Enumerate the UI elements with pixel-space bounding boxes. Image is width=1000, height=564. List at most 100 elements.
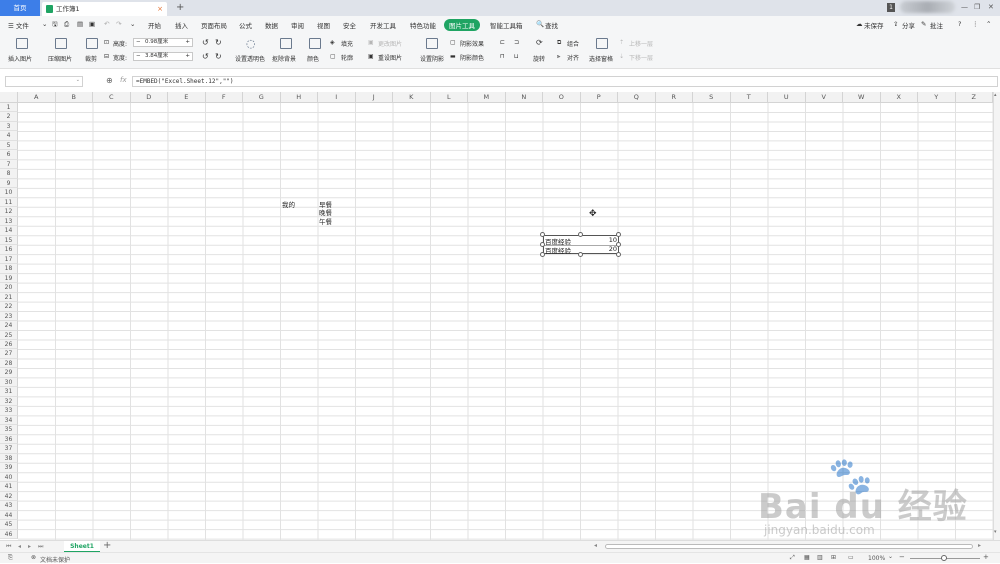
height-spinner[interactable]: − 0.98厘米 + (133, 38, 193, 47)
customize-icon[interactable]: ⌄ (130, 20, 135, 28)
compress-picture-icon[interactable] (55, 38, 67, 49)
row-header[interactable]: 14 (0, 226, 18, 236)
column-header[interactable]: U (768, 92, 806, 103)
share-button[interactable]: 分享 (902, 20, 915, 30)
row-header[interactable]: 4 (0, 131, 18, 141)
close-window-icon[interactable]: ✕ (988, 3, 994, 11)
row-header[interactable]: 6 (0, 150, 18, 160)
resize-handle[interactable] (616, 242, 621, 247)
row-header[interactable]: 23 (0, 311, 18, 322)
resize-handle[interactable] (616, 252, 621, 257)
set-transparent-button[interactable]: 设置透明色 (235, 54, 265, 63)
row-header[interactable]: 7 (0, 159, 18, 170)
row-header[interactable]: 16 (0, 245, 18, 255)
color-icon[interactable] (309, 38, 321, 49)
column-header[interactable]: E (168, 92, 206, 103)
zoom-icon[interactable]: ⊕ (106, 76, 113, 85)
normal-view-icon[interactable]: ▦ (804, 554, 810, 561)
insert-picture-button[interactable]: 插入图片 (8, 54, 32, 63)
scroll-up-icon[interactable]: ▴ (994, 92, 997, 98)
menu-special[interactable]: 特色功能 (410, 20, 436, 30)
row-header[interactable]: 25 (0, 330, 18, 340)
column-header[interactable]: K (393, 92, 431, 103)
row-header[interactable]: 35 (0, 425, 18, 435)
row-header[interactable]: 10 (0, 188, 18, 198)
cell-h11[interactable]: 我的 (282, 199, 295, 209)
restore-icon[interactable]: ❐ (974, 3, 980, 11)
menu-formulas[interactable]: 公式 (239, 20, 252, 30)
compress-picture-button[interactable]: 压缩图片 (48, 54, 72, 63)
nudge-icon[interactable]: ⊔ (514, 53, 519, 60)
shadow-color-button[interactable]: 阴影颜色 (460, 53, 484, 62)
column-header[interactable]: A (18, 92, 56, 103)
row-header[interactable]: 40 (0, 472, 18, 483)
zoom-in-icon[interactable]: + (983, 553, 989, 561)
menu-developer[interactable]: 开发工具 (370, 20, 396, 30)
name-box[interactable]: ⌄ (5, 76, 83, 87)
column-header[interactable]: X (880, 92, 918, 103)
vertical-scrollbar[interactable]: ▴ ▾ (993, 92, 1000, 540)
dropdown-icon[interactable]: ⌄ (42, 20, 47, 28)
plus-icon[interactable]: + (185, 53, 190, 60)
row-header[interactable]: 22 (0, 302, 18, 312)
fullscreen-icon[interactable]: ⤢ (790, 554, 795, 562)
preview-icon[interactable]: ▣ (89, 20, 95, 28)
menu-security[interactable]: 安全 (343, 20, 356, 30)
bring-forward-button[interactable]: 上移一层 (629, 39, 653, 48)
rotate-icon[interactable]: ⟳ (536, 38, 543, 47)
row-header[interactable]: 13 (0, 216, 18, 227)
column-header[interactable]: R (655, 92, 693, 103)
help-icon[interactable]: ? (958, 20, 961, 28)
prev-sheet-icon[interactable]: ◂ (18, 543, 21, 550)
row-header[interactable]: 11 (0, 197, 18, 208)
row-header[interactable]: 15 (0, 235, 18, 246)
page-break-view-icon[interactable]: ⊞ (831, 554, 836, 561)
search-label[interactable]: 查找 (545, 20, 558, 30)
row-header[interactable]: 45 (0, 520, 18, 530)
column-header[interactable]: T (730, 92, 768, 103)
column-header[interactable]: C (93, 92, 131, 103)
row-header[interactable]: 12 (0, 207, 18, 217)
column-header[interactable]: J (355, 92, 393, 103)
rotate-right-icon[interactable]: ↻ (215, 38, 222, 47)
row-header[interactable]: 46 (0, 529, 18, 540)
column-header[interactable]: M (468, 92, 506, 103)
row-header[interactable]: 17 (0, 254, 18, 265)
add-sheet-button[interactable]: + (103, 540, 111, 551)
minus-icon[interactable]: − (136, 39, 141, 46)
select-all-corner[interactable] (0, 92, 18, 103)
resize-handle[interactable] (616, 232, 621, 237)
row-header[interactable]: 37 (0, 444, 18, 454)
row-header[interactable]: 19 (0, 273, 18, 284)
row-header[interactable]: 5 (0, 140, 18, 151)
column-header[interactable]: O (543, 92, 581, 103)
column-header[interactable]: Y (918, 92, 956, 103)
redo-icon[interactable]: ↷ (116, 20, 121, 28)
menu-review[interactable]: 审阅 (291, 20, 304, 30)
width-spinner[interactable]: − 3.84厘米 + (133, 52, 193, 61)
row-header[interactable]: 31 (0, 387, 18, 397)
column-header[interactable]: N (505, 92, 543, 103)
macro-icon[interactable]: ⎘ (8, 554, 13, 562)
fill-button[interactable]: 填充 (341, 39, 353, 48)
row-header[interactable]: 2 (0, 112, 18, 122)
set-shadow-button[interactable]: 设置阴影 (420, 54, 444, 63)
fx-icon[interactable]: fx (120, 76, 127, 84)
column-header[interactable]: B (55, 92, 93, 103)
row-header[interactable]: 29 (0, 368, 18, 378)
change-picture-button[interactable]: 更改图片 (378, 39, 402, 48)
export-icon[interactable]: ⎙ (64, 20, 69, 29)
resize-handle[interactable] (578, 252, 583, 257)
minimize-icon[interactable]: — (961, 3, 968, 11)
resize-handle[interactable] (540, 242, 545, 247)
color-button[interactable]: 颜色 (307, 54, 319, 63)
send-backward-button[interactable]: 下移一层 (629, 53, 653, 62)
row-header[interactable]: 9 (0, 178, 18, 189)
row-header[interactable]: 27 (0, 349, 18, 359)
row-header[interactable]: 43 (0, 501, 18, 511)
collapse-ribbon-icon[interactable]: ⌃ (986, 20, 991, 28)
column-header[interactable]: I (318, 92, 356, 103)
cell-i13[interactable]: 午餐 (319, 216, 332, 226)
flip-vertical-icon[interactable]: ↻ (215, 52, 222, 61)
column-header[interactable]: Z (955, 92, 993, 103)
